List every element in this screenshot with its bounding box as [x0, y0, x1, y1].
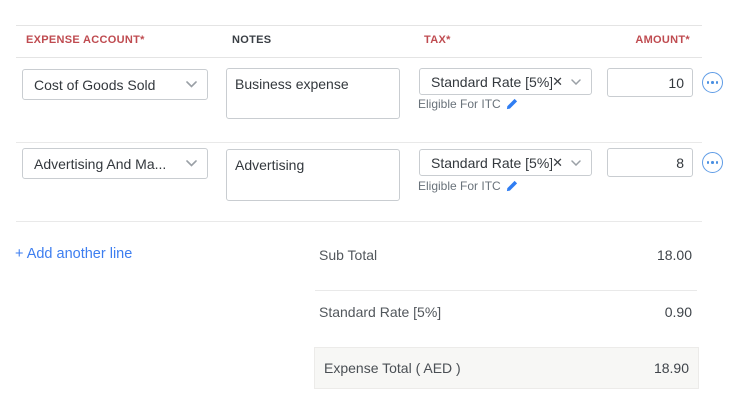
- itc-eligibility-note: Eligible For ITC: [418, 179, 518, 193]
- amount-input[interactable]: [607, 148, 693, 177]
- expense-total-label: Expense Total ( AED ): [324, 360, 461, 376]
- itc-eligibility-note: Eligible For ITC: [418, 97, 518, 111]
- expense-total-row: Expense Total ( AED ) 18.90: [314, 347, 699, 389]
- add-another-line-link[interactable]: + Add another line: [15, 246, 132, 262]
- edit-pencil-icon[interactable]: [506, 98, 518, 110]
- edit-pencil-icon[interactable]: [506, 180, 518, 192]
- column-header-amount: AMOUNT*: [635, 34, 690, 46]
- chevron-down-icon: [186, 81, 197, 88]
- expense-itemization-table: EXPENSE ACCOUNT* NOTES TAX* AMOUNT* Cost…: [0, 0, 744, 420]
- expense-account-value: Cost of Goods Sold: [34, 77, 155, 93]
- chevron-down-icon: [186, 160, 197, 167]
- tax-value: Standard Rate [5%]: [431, 155, 552, 171]
- expense-account-select[interactable]: Advertising And Ma...: [22, 148, 208, 179]
- chevron-down-icon: [571, 160, 581, 166]
- itc-eligibility-label: Eligible For ITC: [418, 179, 501, 193]
- more-options-icon[interactable]: [702, 72, 723, 93]
- notes-textarea[interactable]: Advertising: [226, 149, 400, 201]
- amount-input[interactable]: [607, 68, 693, 97]
- expense-account-value: Advertising And Ma...: [34, 156, 166, 172]
- tax-value: Standard Rate [5%]: [431, 74, 552, 90]
- expense-account-select[interactable]: Cost of Goods Sold: [22, 69, 208, 100]
- clear-tax-icon[interactable]: ✕: [552, 156, 563, 169]
- more-options-icon[interactable]: [702, 152, 723, 173]
- column-header-notes: NOTES: [232, 34, 271, 46]
- tax-total-value: 0.90: [665, 304, 692, 320]
- column-header-tax: TAX*: [424, 34, 451, 46]
- tax-select[interactable]: Standard Rate [5%] ✕: [419, 149, 592, 176]
- tax-total-label: Standard Rate [5%]: [319, 304, 441, 320]
- tax-select[interactable]: Standard Rate [5%] ✕: [419, 68, 592, 95]
- expense-total-value: 18.90: [654, 360, 689, 376]
- column-header-expense-account: EXPENSE ACCOUNT*: [26, 34, 145, 46]
- clear-tax-icon[interactable]: ✕: [552, 75, 563, 88]
- itc-eligibility-label: Eligible For ITC: [418, 97, 501, 111]
- totals-divider: [315, 290, 697, 291]
- table-bottom-divider: [16, 221, 702, 222]
- subtotal-value: 18.00: [657, 247, 692, 263]
- notes-textarea[interactable]: Business expense: [226, 68, 400, 119]
- row-divider: [16, 142, 702, 143]
- subtotal-label: Sub Total: [319, 247, 377, 263]
- divider: [16, 57, 702, 58]
- chevron-down-icon: [571, 79, 581, 85]
- divider: [16, 25, 702, 26]
